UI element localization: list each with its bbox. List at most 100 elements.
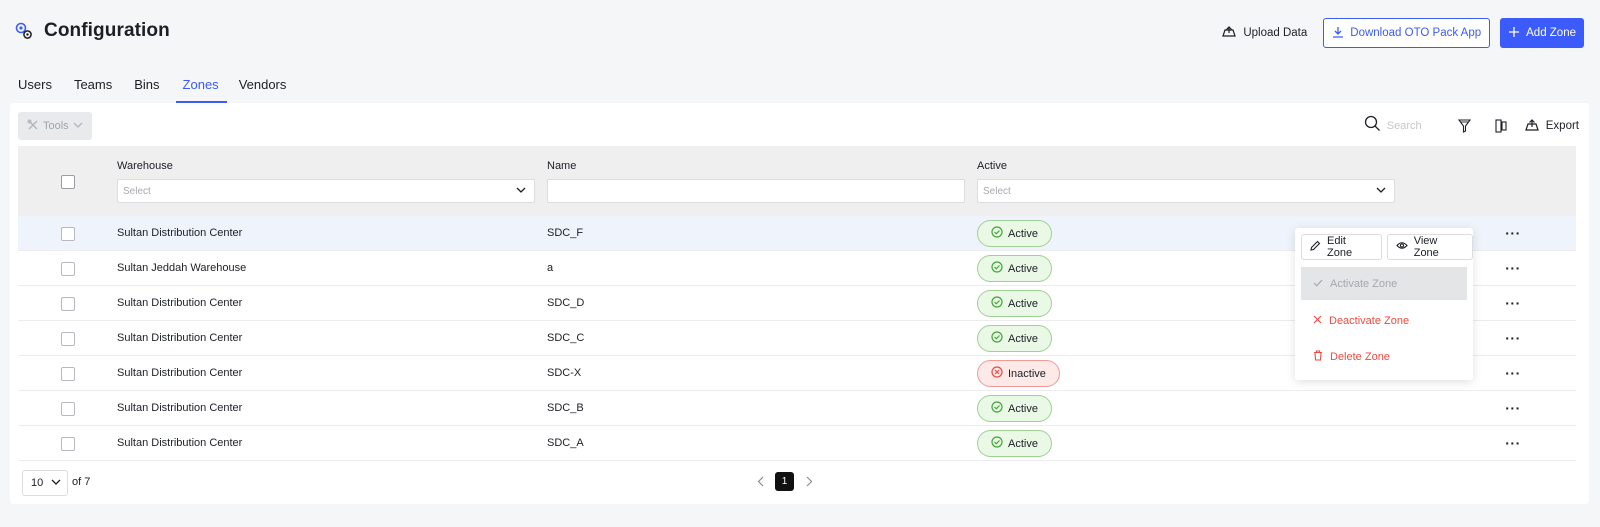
table-row[interactable]: Sultan Distribution Center SDC_B Active … (18, 391, 1576, 426)
check-circle-icon (991, 226, 1003, 241)
header-actions: Upload Data Download OTO Pack App Add Zo… (1215, 18, 1584, 48)
page-header: Configuration Upload Data Download OTO P… (0, 0, 1600, 66)
next-page-button[interactable] (802, 471, 816, 491)
tab-teams[interactable]: Teams (68, 70, 122, 103)
edit-zone-button[interactable]: Edit Zone (1301, 234, 1382, 260)
search-icon (1364, 115, 1381, 137)
status-label: Active (1008, 262, 1038, 275)
activate-zone-label: Activate Zone (1330, 277, 1398, 290)
status-label: Active (1008, 437, 1038, 450)
row-actions-button[interactable]: ··· (1503, 329, 1523, 347)
tools-icon (27, 119, 39, 134)
status-label: Active (1008, 297, 1038, 310)
search-input[interactable] (1386, 120, 1437, 132)
select-all-checkbox[interactable] (61, 175, 75, 189)
export-button[interactable]: Export (1524, 118, 1579, 135)
tab-users[interactable]: Users (12, 70, 62, 103)
more-icon: ··· (1505, 365, 1521, 381)
cloud-upload-icon (1221, 25, 1237, 42)
row-checkbox[interactable] (61, 297, 75, 311)
row-actions-button[interactable]: ··· (1503, 364, 1523, 382)
tab-zones[interactable]: Zones (175, 70, 227, 103)
download-icon (1332, 26, 1344, 41)
more-icon: ··· (1505, 260, 1521, 276)
row-actions-button[interactable]: ··· (1503, 434, 1523, 452)
tab-bar: Users Teams Bins Zones Vendors (12, 70, 302, 103)
column-header-name: Name (547, 160, 577, 172)
upload-data-label: Upload Data (1243, 27, 1308, 39)
eye-icon (1395, 241, 1408, 253)
row-checkbox[interactable] (61, 332, 75, 346)
prev-page-button[interactable] (753, 471, 767, 491)
activate-zone-item[interactable]: Activate Zone (1301, 267, 1467, 300)
name-cell: SDC_F (547, 227, 584, 239)
chevron-down-icon (1376, 186, 1386, 197)
status-badge: Active (977, 325, 1052, 352)
status-label: Active (1008, 332, 1038, 345)
add-zone-button[interactable]: Add Zone (1500, 18, 1584, 48)
more-icon: ··· (1505, 435, 1521, 451)
status-label: Active (1008, 227, 1038, 240)
column-header-active: Active (977, 160, 1007, 172)
more-icon: ··· (1505, 400, 1521, 416)
check-circle-icon (991, 401, 1003, 416)
warehouse-cell: Sultan Jeddah Warehouse (117, 262, 247, 274)
status-badge: Active (977, 430, 1052, 457)
gears-icon (14, 21, 34, 41)
view-zone-button[interactable]: View Zone (1386, 234, 1473, 260)
active-filter-select[interactable]: Select (977, 179, 1395, 203)
table-row[interactable]: Sultan Distribution Center SDC_A Active … (18, 426, 1576, 461)
row-actions-button[interactable]: ··· (1503, 294, 1523, 312)
download-app-button[interactable]: Download OTO Pack App (1323, 18, 1491, 48)
row-actions-button[interactable]: ··· (1503, 399, 1523, 417)
tools-button[interactable]: Tools (18, 112, 92, 140)
deactivate-zone-item[interactable]: Deactivate Zone (1301, 304, 1467, 337)
pagination: 1 (753, 471, 816, 491)
row-checkbox[interactable] (61, 227, 75, 241)
plus-icon (1508, 26, 1520, 41)
warehouse-cell: Sultan Distribution Center (117, 367, 243, 379)
status-badge: Inactive (977, 360, 1060, 387)
page-number-button[interactable]: 1 (775, 471, 794, 491)
upload-data-button[interactable]: Upload Data (1215, 18, 1313, 48)
delete-zone-label: Delete Zone (1330, 350, 1390, 363)
check-icon (1313, 278, 1323, 290)
search-box (1364, 114, 1444, 138)
name-cell: SDC_A (547, 437, 584, 449)
row-checkbox[interactable] (61, 402, 75, 416)
title-wrap: Configuration (14, 20, 170, 42)
page-title: Configuration (44, 20, 170, 41)
columns-icon[interactable] (1486, 114, 1516, 138)
row-checkbox[interactable] (61, 437, 75, 451)
more-icon: ··· (1505, 295, 1521, 311)
check-circle-icon (991, 331, 1003, 346)
filter-icon[interactable] (1450, 114, 1480, 138)
menu-top-actions: Edit Zone View Zone (1301, 234, 1473, 260)
warehouse-filter-select[interactable]: Select (117, 179, 535, 203)
name-cell: SDC-X (547, 367, 582, 379)
add-zone-label: Add Zone (1526, 27, 1576, 39)
chevron-down-icon (516, 186, 526, 197)
status-badge: Active (977, 290, 1052, 317)
page-size-select[interactable]: 10 (22, 470, 68, 496)
more-icon: ··· (1505, 330, 1521, 346)
row-checkbox[interactable] (61, 262, 75, 276)
column-header-warehouse: Warehouse (117, 160, 173, 172)
active-filter-placeholder: Select (983, 185, 1011, 197)
check-circle-icon (991, 436, 1003, 451)
name-filter-input[interactable] (547, 179, 965, 203)
total-count-label: of 7 (72, 476, 91, 488)
cloud-export-icon (1524, 118, 1540, 135)
download-app-label: Download OTO Pack App (1350, 27, 1482, 39)
row-checkbox[interactable] (61, 367, 75, 381)
delete-zone-item[interactable]: Delete Zone (1301, 340, 1467, 373)
row-actions-button[interactable]: ··· (1503, 259, 1523, 277)
chevron-down-icon (73, 120, 83, 132)
name-cell: SDC_B (547, 402, 584, 414)
warehouse-cell: Sultan Distribution Center (117, 437, 243, 449)
tab-vendors[interactable]: Vendors (233, 70, 297, 103)
row-context-menu: Edit Zone View Zone Activate Zone Deacti… (1295, 228, 1473, 380)
row-actions-button[interactable]: ··· (1503, 224, 1523, 242)
tab-bins[interactable]: Bins (128, 70, 169, 103)
status-label: Active (1008, 402, 1038, 415)
